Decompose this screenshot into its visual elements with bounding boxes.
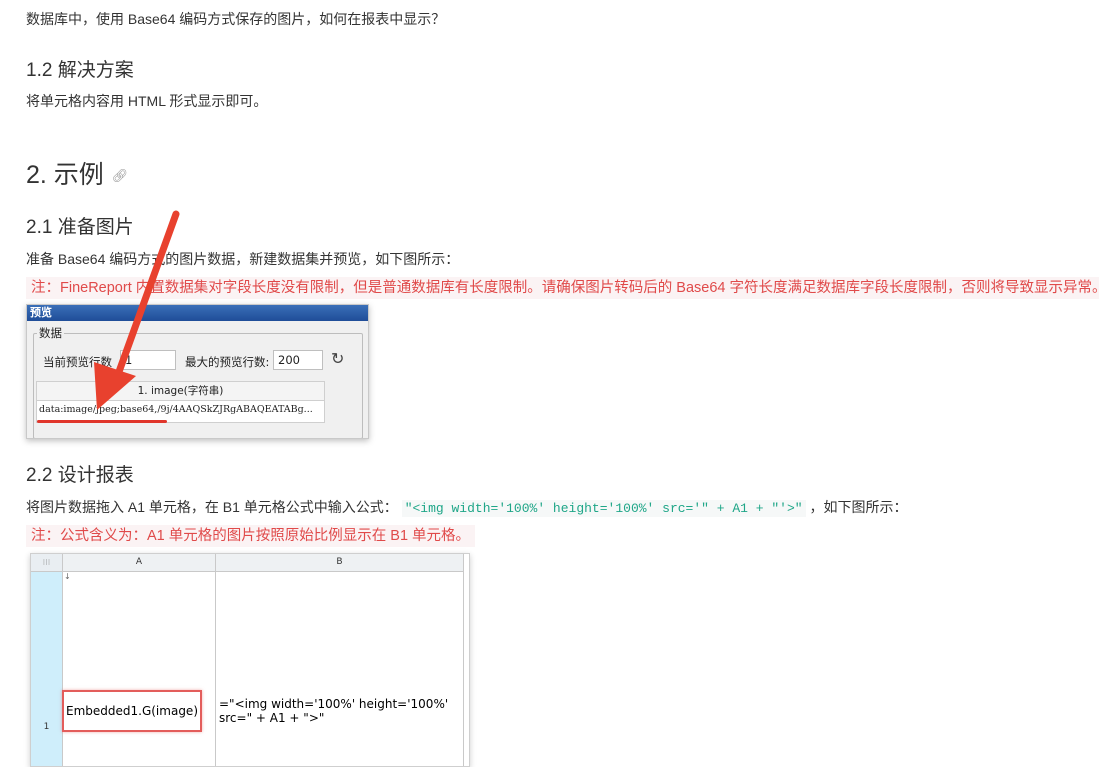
section-heading-solution: 1.2 解决方案 bbox=[26, 60, 134, 81]
preview-max-label: 最大的预览行数: bbox=[185, 355, 270, 369]
design-text-after: ，如下图所示： bbox=[809, 499, 908, 515]
design-text-before: 将图片数据拖入 A1 单元格，在 B1 单元格公式中输入公式： bbox=[26, 499, 398, 515]
design-note: 注：公式含义为：A1 单元格的图片按照原始比例显示在 B1 单元格。 bbox=[26, 525, 476, 547]
cell-b1[interactable]: ="<img width='100%' height='100%' src=" … bbox=[219, 697, 464, 725]
row-number-1[interactable]: 1 bbox=[31, 722, 62, 732]
design-text: 将图片数据拖入 A1 单元格，在 B1 单元格公式中输入公式： "<img wi… bbox=[26, 497, 907, 519]
preview-rows-input[interactable]: 1 bbox=[120, 350, 176, 370]
refresh-icon[interactable]: ↻ bbox=[331, 349, 344, 368]
preview-title: 预览 bbox=[27, 305, 368, 321]
designer-screenshot: ⁝⁝⁝ A B 1 ↓ Embedded1.G(image) ="<img wi… bbox=[30, 553, 470, 767]
red-underline bbox=[37, 420, 167, 423]
section-heading-example: 2. 示例 🔗︎ bbox=[26, 155, 128, 191]
column-divider bbox=[215, 572, 216, 766]
expand-arrow-icon: ↓ bbox=[64, 572, 71, 581]
intro-question: 数据库中，使用 Base64 编码方式保存的图片，如何在报表中显示？ bbox=[26, 11, 446, 27]
prepare-note: 注：FineReport 内置数据集对字段长度没有限制，但是普通数据库有长度限制… bbox=[26, 277, 1099, 299]
column-divider bbox=[463, 572, 464, 766]
preview-column-header: 1. image(字符串) bbox=[37, 382, 324, 401]
preview-cell: data:image/jpeg;base64,/9j/4AAQSkZJRgABA… bbox=[39, 404, 313, 415]
link-icon[interactable]: 🔗︎ bbox=[112, 168, 129, 183]
preview-table: 1. image(字符串) data:image/jpeg;base64,/9j… bbox=[36, 381, 325, 423]
preview-screenshot: 预览 数据 当前预览行数 1 最大的预览行数: 200 ↻ 1. image(字… bbox=[26, 304, 369, 439]
sheet-corner: ⁝⁝⁝ bbox=[31, 554, 63, 572]
column-header-b[interactable]: B bbox=[216, 554, 464, 572]
preview-group-label: 数据 bbox=[37, 325, 64, 341]
column-header-a[interactable]: A bbox=[63, 554, 216, 572]
section-heading-design: 2.2 设计报表 bbox=[26, 465, 134, 486]
cell-a1[interactable]: Embedded1.G(image) bbox=[62, 690, 202, 732]
preview-max-input[interactable]: 200 bbox=[273, 350, 323, 370]
row-header: 1 bbox=[31, 572, 63, 766]
formula-code: "<img width='100%' height='100%' src='" … bbox=[401, 500, 806, 517]
solution-text: 将单元格内容用 HTML 形式显示即可。 bbox=[26, 93, 268, 109]
section-heading-prepare: 2.1 准备图片 bbox=[26, 217, 134, 238]
preview-rows-label: 当前预览行数 bbox=[43, 355, 112, 369]
example-heading-text: 2. 示例 bbox=[26, 161, 104, 189]
prepare-text: 准备 Base64 编码方式的图片数据，新建数据集并预览，如下图所示： bbox=[26, 251, 460, 267]
